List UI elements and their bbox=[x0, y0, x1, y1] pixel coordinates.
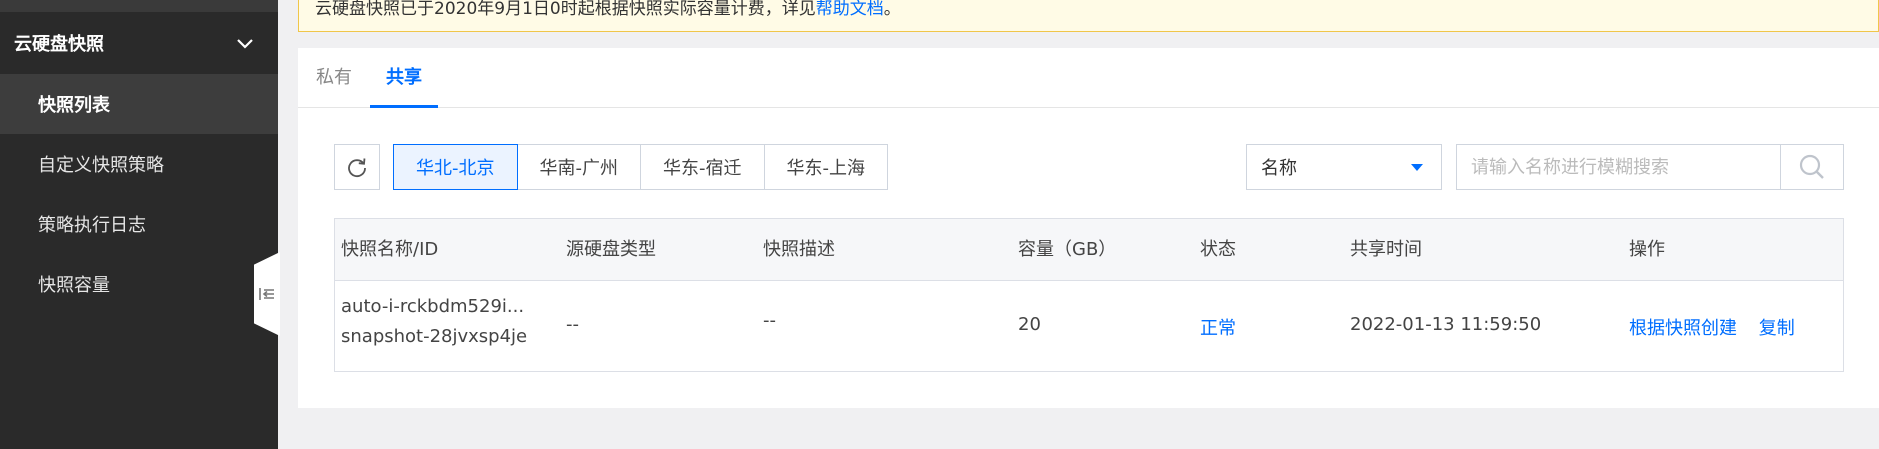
help-doc-link[interactable]: 帮助文档 bbox=[816, 0, 884, 19]
column-header-status: 状态 bbox=[1200, 239, 1236, 260]
billing-notice: 云硬盘快照已于2020年9月1日0时起根据快照实际容量计费，详见帮助文档。 bbox=[298, 0, 1879, 32]
notice-suffix: 。 bbox=[883, 0, 901, 19]
sidebar-group-title: 云硬盘快照 bbox=[14, 34, 104, 55]
column-header-name: 快照名称/ID bbox=[341, 239, 439, 260]
actions-cell: 根据快照创建 复制 bbox=[1629, 314, 1795, 340]
table-header: 快照名称/ID 源硬盘类型 快照描述 容量（GB） 状态 共享时间 操作 bbox=[335, 219, 1843, 281]
sidebar-group-header[interactable]: 云硬盘快照 bbox=[0, 12, 278, 74]
sidebar-item-label: 自定义快照策略 bbox=[38, 155, 164, 176]
region-button-suqian[interactable]: 华东-宿迁 bbox=[640, 144, 765, 190]
refresh-button[interactable] bbox=[334, 144, 380, 190]
snapshot-id: snapshot-28jvxsp4je bbox=[341, 326, 528, 347]
create-from-snapshot-link[interactable]: 根据快照创建 bbox=[1629, 318, 1737, 339]
column-header-description: 快照描述 bbox=[763, 239, 835, 260]
description-cell: -- bbox=[763, 310, 776, 331]
notice-text: 云硬盘快照已于2020年9月1日0时起根据快照实际容量计费，详见 bbox=[315, 0, 816, 19]
snapshot-table: 快照名称/ID 源硬盘类型 快照描述 容量（GB） 状态 共享时间 操作 aut… bbox=[334, 218, 1844, 372]
snapshot-panel: 私有 共享 华北-北京 华南-广州 华东-宿迁 华东-上海 名称 快照名称/ID… bbox=[298, 48, 1879, 408]
region-selector: 华北-北京 华南-广州 华东-宿迁 华东-上海 bbox=[393, 144, 888, 190]
sidebar: 云硬盘快照 快照列表 自定义快照策略 策略执行日志 快照容量 bbox=[0, 0, 278, 449]
search-button[interactable] bbox=[1780, 144, 1844, 190]
sidebar-top-strip bbox=[0, 0, 278, 12]
share-time-cell: 2022-01-13 11:59:50 bbox=[1350, 314, 1542, 335]
search-input[interactable] bbox=[1456, 144, 1780, 190]
sidebar-item-policy-log[interactable]: 策略执行日志 bbox=[0, 194, 278, 254]
region-button-shanghai[interactable]: 华东-上海 bbox=[763, 144, 888, 190]
sidebar-item-custom-policy[interactable]: 自定义快照策略 bbox=[0, 134, 278, 194]
sidebar-item-label: 快照容量 bbox=[38, 275, 110, 296]
snapshot-name[interactable]: auto-i-rckbdm529i... bbox=[341, 296, 524, 317]
tab-shared[interactable]: 共享 bbox=[370, 48, 438, 108]
region-button-guangzhou[interactable]: 华南-广州 bbox=[516, 144, 641, 190]
collapse-icon bbox=[259, 288, 274, 300]
column-header-capacity: 容量（GB） bbox=[1018, 239, 1117, 260]
caret-down-icon bbox=[1411, 164, 1423, 171]
search-icon bbox=[1799, 154, 1824, 179]
region-button-beijing[interactable]: 华北-北京 bbox=[393, 144, 518, 190]
tab-private[interactable]: 私有 bbox=[316, 48, 352, 108]
sidebar-collapse-toggle[interactable] bbox=[254, 252, 280, 336]
sidebar-item-label: 快照列表 bbox=[38, 95, 110, 116]
copy-link[interactable]: 复制 bbox=[1759, 318, 1795, 339]
sidebar-item-snapshot-capacity[interactable]: 快照容量 bbox=[0, 254, 278, 314]
tab-bar: 私有 共享 bbox=[298, 48, 1879, 108]
status-badge: 正常 bbox=[1200, 318, 1236, 339]
search-field-select[interactable]: 名称 bbox=[1246, 144, 1442, 190]
select-value: 名称 bbox=[1261, 158, 1297, 179]
column-header-disk-type: 源硬盘类型 bbox=[566, 239, 656, 260]
sidebar-item-snapshot-list[interactable]: 快照列表 bbox=[0, 74, 278, 134]
table-row: auto-i-rckbdm529i... snapshot-28jvxsp4je… bbox=[335, 282, 1843, 372]
chevron-down-icon bbox=[237, 39, 253, 49]
refresh-icon bbox=[348, 158, 366, 178]
sidebar-item-label: 策略执行日志 bbox=[38, 215, 146, 236]
column-header-actions: 操作 bbox=[1629, 239, 1665, 260]
disk-type-cell: -- bbox=[566, 314, 579, 335]
column-header-share-time: 共享时间 bbox=[1350, 239, 1422, 260]
capacity-cell: 20 bbox=[1018, 314, 1041, 335]
